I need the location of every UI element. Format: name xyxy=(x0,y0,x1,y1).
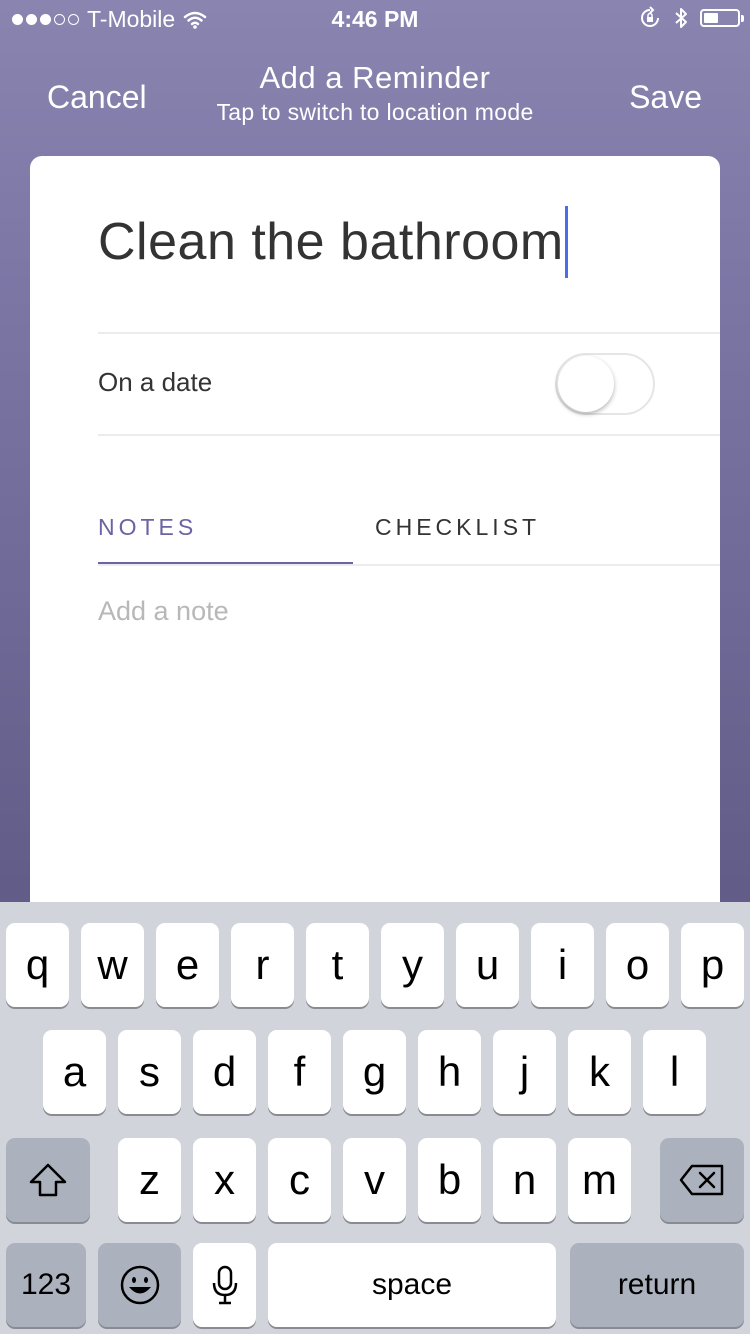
backspace-key[interactable] xyxy=(660,1138,744,1222)
reminder-title-text: Clean the bathroom xyxy=(98,213,564,271)
key-r[interactable]: r xyxy=(231,923,294,1007)
key-p[interactable]: p xyxy=(681,923,744,1007)
keyboard: q w e r t y u i o p a s d f g h j k l z … xyxy=(0,902,750,1334)
tab-checklist[interactable]: CHECKLIST xyxy=(375,514,540,541)
shift-key[interactable] xyxy=(6,1138,90,1222)
key-w[interactable]: w xyxy=(81,923,144,1007)
key-g[interactable]: g xyxy=(343,1030,406,1114)
key-u[interactable]: u xyxy=(456,923,519,1007)
rotation-lock-icon xyxy=(641,6,659,27)
divider xyxy=(98,564,720,566)
reminder-title-input[interactable]: Clean the bathroom xyxy=(98,206,568,278)
key-d[interactable]: d xyxy=(193,1030,256,1114)
space-key[interactable]: space xyxy=(268,1243,556,1327)
key-k[interactable]: k xyxy=(568,1030,631,1114)
navigation-bar: Cancel Add a Reminder Tap to switch to l… xyxy=(0,55,750,145)
key-v[interactable]: v xyxy=(343,1138,406,1222)
status-indicators xyxy=(638,6,744,30)
key-j[interactable]: j xyxy=(493,1030,556,1114)
dictation-key[interactable] xyxy=(193,1243,256,1327)
key-f[interactable]: f xyxy=(268,1030,331,1114)
key-e[interactable]: e xyxy=(156,923,219,1007)
key-x[interactable]: x xyxy=(193,1138,256,1222)
bluetooth-icon xyxy=(675,8,687,28)
tab-notes[interactable]: NOTES xyxy=(98,514,197,541)
key-h[interactable]: h xyxy=(418,1030,481,1114)
key-m[interactable]: m xyxy=(568,1138,631,1222)
text-caret xyxy=(564,206,568,278)
emoji-icon xyxy=(120,1265,159,1305)
save-button[interactable]: Save xyxy=(629,79,702,116)
key-b[interactable]: b xyxy=(418,1138,481,1222)
note-input[interactable]: Add a note xyxy=(98,596,229,627)
key-t[interactable]: t xyxy=(306,923,369,1007)
key-i[interactable]: i xyxy=(531,923,594,1007)
reminder-card: Clean the bathroom On a date NOTES CHECK… xyxy=(30,156,720,916)
date-toggle[interactable] xyxy=(555,353,655,415)
numbers-key[interactable]: 123 xyxy=(6,1243,86,1327)
key-n[interactable]: n xyxy=(493,1138,556,1222)
key-a[interactable]: a xyxy=(43,1030,106,1114)
emoji-key[interactable] xyxy=(98,1243,181,1327)
shift-icon xyxy=(29,1163,67,1197)
battery-icon xyxy=(700,9,744,27)
microphone-icon xyxy=(212,1265,237,1305)
key-l[interactable]: l xyxy=(643,1030,706,1114)
key-o[interactable]: o xyxy=(606,923,669,1007)
key-q[interactable]: q xyxy=(6,923,69,1007)
date-toggle-label: On a date xyxy=(98,367,213,397)
key-s[interactable]: s xyxy=(118,1030,181,1114)
status-bar: T-Mobile 4:46 PM xyxy=(0,0,750,40)
key-c[interactable]: c xyxy=(268,1138,331,1222)
key-z[interactable]: z xyxy=(118,1138,181,1222)
backspace-icon xyxy=(679,1164,724,1196)
toggle-knob xyxy=(558,356,614,412)
divider xyxy=(98,332,720,334)
return-key[interactable]: return xyxy=(570,1243,744,1327)
divider xyxy=(98,434,720,436)
key-y[interactable]: y xyxy=(381,923,444,1007)
